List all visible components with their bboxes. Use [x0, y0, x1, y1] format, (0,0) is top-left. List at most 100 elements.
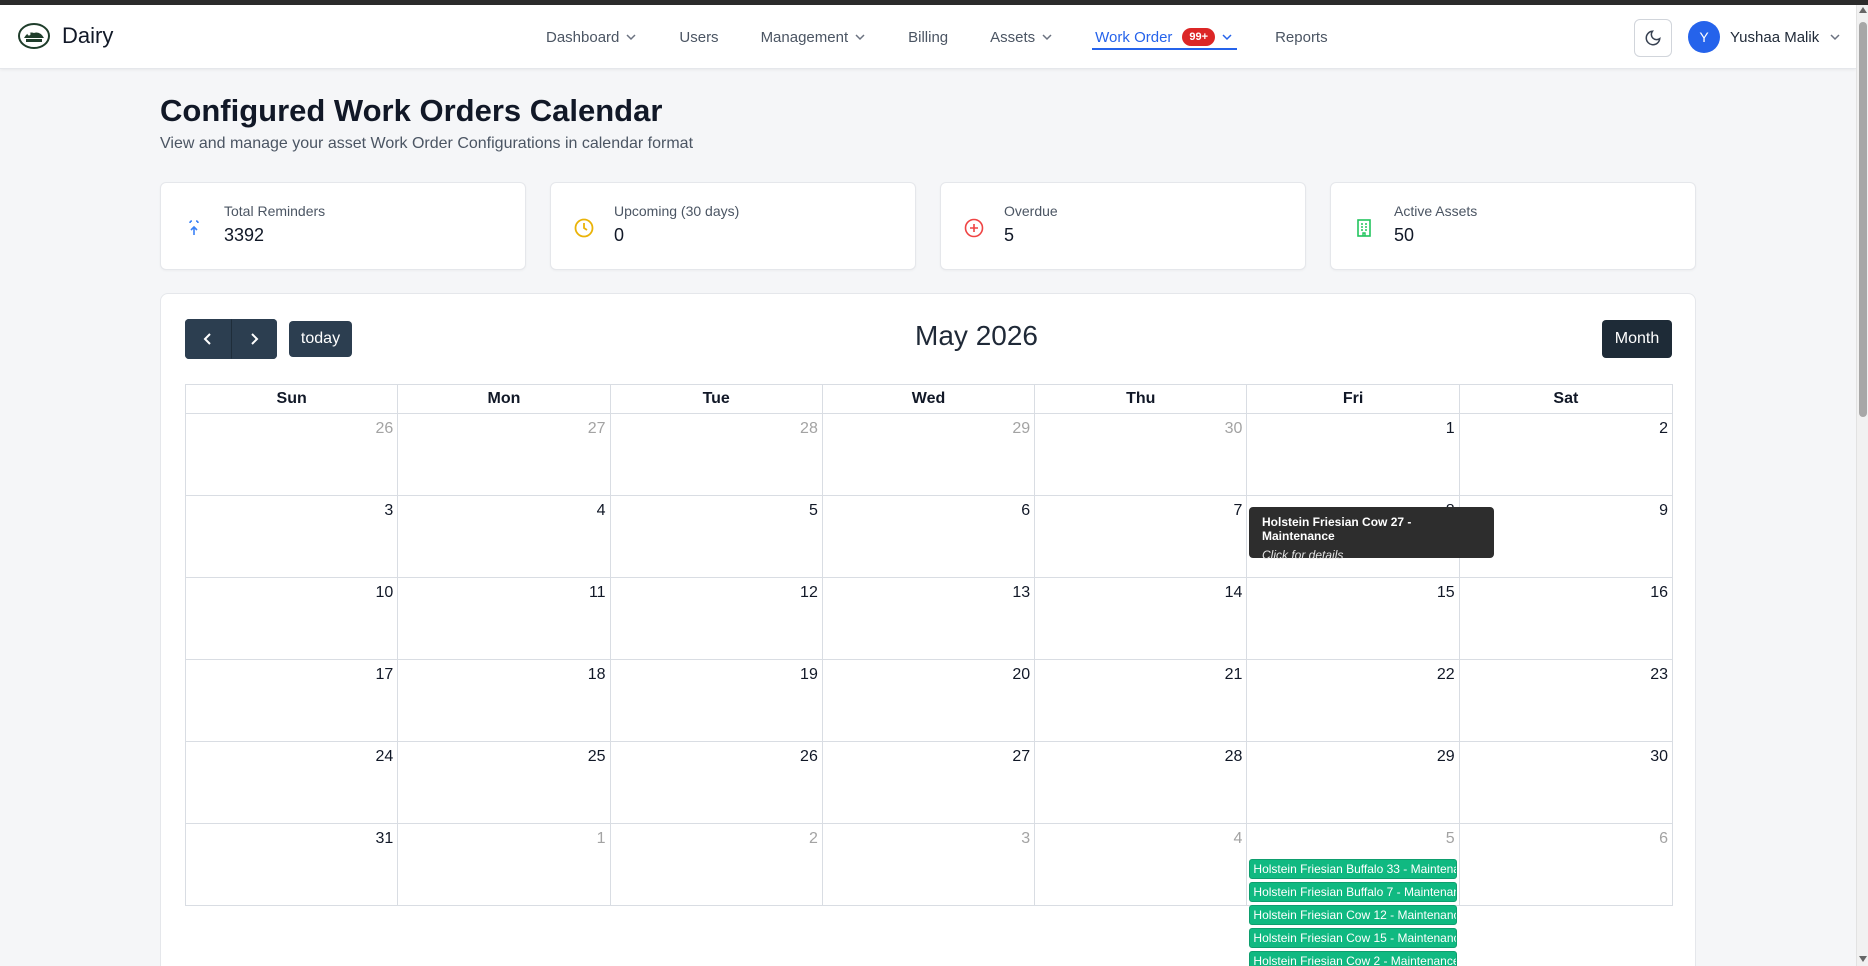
calendar-day[interactable]: 11 [398, 578, 611, 659]
day-number[interactable]: 18 [588, 666, 606, 684]
theme-toggle-button[interactable] [1634, 19, 1672, 57]
day-number[interactable]: 31 [375, 830, 393, 848]
day-number[interactable]: 30 [1225, 420, 1243, 438]
day-number[interactable]: 10 [375, 584, 393, 602]
calendar-day[interactable]: 27 [398, 414, 611, 495]
day-number[interactable]: 27 [1012, 748, 1030, 766]
calendar-day[interactable]: 24 [186, 742, 399, 823]
calendar-day[interactable]: 16 [1460, 578, 1672, 659]
calendar-event[interactable]: Holstein Friesian Cow 12 - Maintenance [1249, 905, 1457, 925]
day-number[interactable]: 29 [1437, 748, 1455, 766]
calendar-day[interactable]: 23 [1460, 660, 1672, 741]
day-number[interactable]: 14 [1225, 584, 1243, 602]
day-number[interactable]: 28 [1225, 748, 1243, 766]
day-number[interactable]: 9 [1659, 502, 1668, 520]
calendar-day[interactable]: 19 [611, 660, 823, 741]
day-number[interactable]: 30 [1650, 748, 1668, 766]
nav-item-dashboard[interactable]: Dashboard [546, 5, 637, 69]
calendar-event[interactable]: Holstein Friesian Buffalo 7 - Maintenanc… [1249, 882, 1457, 902]
calendar-day[interactable]: 3 [186, 496, 399, 577]
calendar-day[interactable]: 18 [398, 660, 611, 741]
calendar-day[interactable]: 20 [823, 660, 1036, 741]
day-number[interactable]: 11 [589, 584, 606, 602]
day-number[interactable]: 6 [1659, 830, 1668, 848]
calendar-day[interactable]: 29 [823, 414, 1036, 495]
calendar-day[interactable]: 4 [398, 496, 611, 577]
calendar-day[interactable]: 17 [186, 660, 399, 741]
calendar-day[interactable]: 15 [1247, 578, 1460, 659]
day-number[interactable]: 13 [1012, 584, 1030, 602]
day-number[interactable]: 4 [597, 502, 606, 520]
scroll-down-arrow-icon[interactable] [1859, 956, 1867, 962]
nav-item-management[interactable]: Management [761, 5, 867, 69]
calendar-day[interactable]: 21 [1035, 660, 1248, 741]
calendar-day[interactable]: 5 Holstein Friesian Buffalo 33 - Maintena… [1247, 824, 1460, 966]
calendar-day[interactable]: 30 [1035, 414, 1248, 495]
calendar-day[interactable]: 14 [1035, 578, 1248, 659]
day-number[interactable]: 16 [1650, 584, 1668, 602]
calendar-event[interactable]: Holstein Friesian Cow 15 - Maintenance [1249, 928, 1457, 948]
day-number[interactable]: 3 [384, 502, 393, 520]
calendar-day[interactable]: 25 [398, 742, 611, 823]
calendar-day[interactable]: 30 [1460, 742, 1672, 823]
calendar-day[interactable]: 3 [823, 824, 1036, 905]
calendar-day[interactable]: 22 [1247, 660, 1460, 741]
calendar-day[interactable]: 29 [1247, 742, 1460, 823]
day-number[interactable]: 7 [1234, 502, 1243, 520]
scroll-up-arrow-icon[interactable] [1859, 7, 1867, 13]
day-number[interactable]: 5 [1446, 830, 1455, 848]
calendar-day[interactable]: 2 [1460, 414, 1672, 495]
calendar-day[interactable]: 5 [611, 496, 823, 577]
day-number[interactable]: 4 [1234, 830, 1243, 848]
nav-item-billing[interactable]: Billing [908, 5, 948, 69]
calendar-day[interactable]: 2 [611, 824, 823, 905]
day-number[interactable]: 3 [1021, 830, 1030, 848]
nav-item-reports[interactable]: Reports [1275, 5, 1328, 69]
page-scrollbar[interactable] [1856, 5, 1868, 966]
day-number[interactable]: 6 [1021, 502, 1030, 520]
day-number[interactable]: 19 [800, 666, 818, 684]
calendar-day[interactable]: 31 [186, 824, 399, 905]
calendar-day[interactable]: 26 [186, 414, 399, 495]
day-number[interactable]: 15 [1437, 584, 1455, 602]
user-menu[interactable]: Y Yushaa Malik [1688, 21, 1841, 53]
day-number[interactable]: 27 [588, 420, 606, 438]
day-number[interactable]: 1 [597, 830, 606, 848]
calendar-day[interactable]: 28 [1035, 742, 1248, 823]
day-number[interactable]: 23 [1650, 666, 1668, 684]
nav-item-users[interactable]: Users [679, 5, 718, 69]
calendar-day[interactable]: 1 [398, 824, 611, 905]
calendar-event[interactable]: Holstein Friesian Buffalo 33 - Maintenan… [1249, 859, 1457, 879]
day-number[interactable]: 21 [1225, 666, 1243, 684]
calendar-day[interactable]: 1 [1247, 414, 1460, 495]
day-number[interactable]: 20 [1012, 666, 1030, 684]
calendar-event[interactable]: Holstein Friesian Cow 2 - Maintenance [1249, 951, 1457, 966]
scroll-thumb[interactable] [1859, 22, 1867, 417]
month-view-button[interactable]: Month [1602, 320, 1672, 358]
day-number[interactable]: 12 [800, 584, 818, 602]
calendar-day[interactable]: 6 [823, 496, 1036, 577]
calendar-day[interactable]: 6 [1460, 824, 1672, 905]
calendar-day[interactable]: 28 [611, 414, 823, 495]
calendar-day[interactable]: 13 [823, 578, 1036, 659]
calendar-day[interactable]: 10 [186, 578, 399, 659]
calendar-day[interactable]: 26 [611, 742, 823, 823]
day-number[interactable]: 26 [800, 748, 818, 766]
calendar-day[interactable]: 7 [1035, 496, 1248, 577]
day-number[interactable]: 5 [809, 502, 818, 520]
calendar-day[interactable]: 12 [611, 578, 823, 659]
day-number[interactable]: 24 [375, 748, 393, 766]
day-number[interactable]: 2 [1659, 420, 1668, 438]
calendar-day[interactable]: 27 [823, 742, 1036, 823]
day-number[interactable]: 28 [800, 420, 818, 438]
day-number[interactable]: 1 [1446, 420, 1455, 438]
calendar-day[interactable]: 4 [1035, 824, 1248, 905]
day-number[interactable]: 2 [809, 830, 818, 848]
day-number[interactable]: 26 [375, 420, 393, 438]
day-number[interactable]: 22 [1437, 666, 1455, 684]
nav-item-work-order[interactable]: Work Order 99+ [1092, 5, 1237, 69]
brand[interactable]: Dairy [18, 23, 113, 49]
nav-item-assets[interactable]: Assets [990, 5, 1053, 69]
day-number[interactable]: 17 [375, 666, 393, 684]
day-number[interactable]: 25 [588, 748, 606, 766]
